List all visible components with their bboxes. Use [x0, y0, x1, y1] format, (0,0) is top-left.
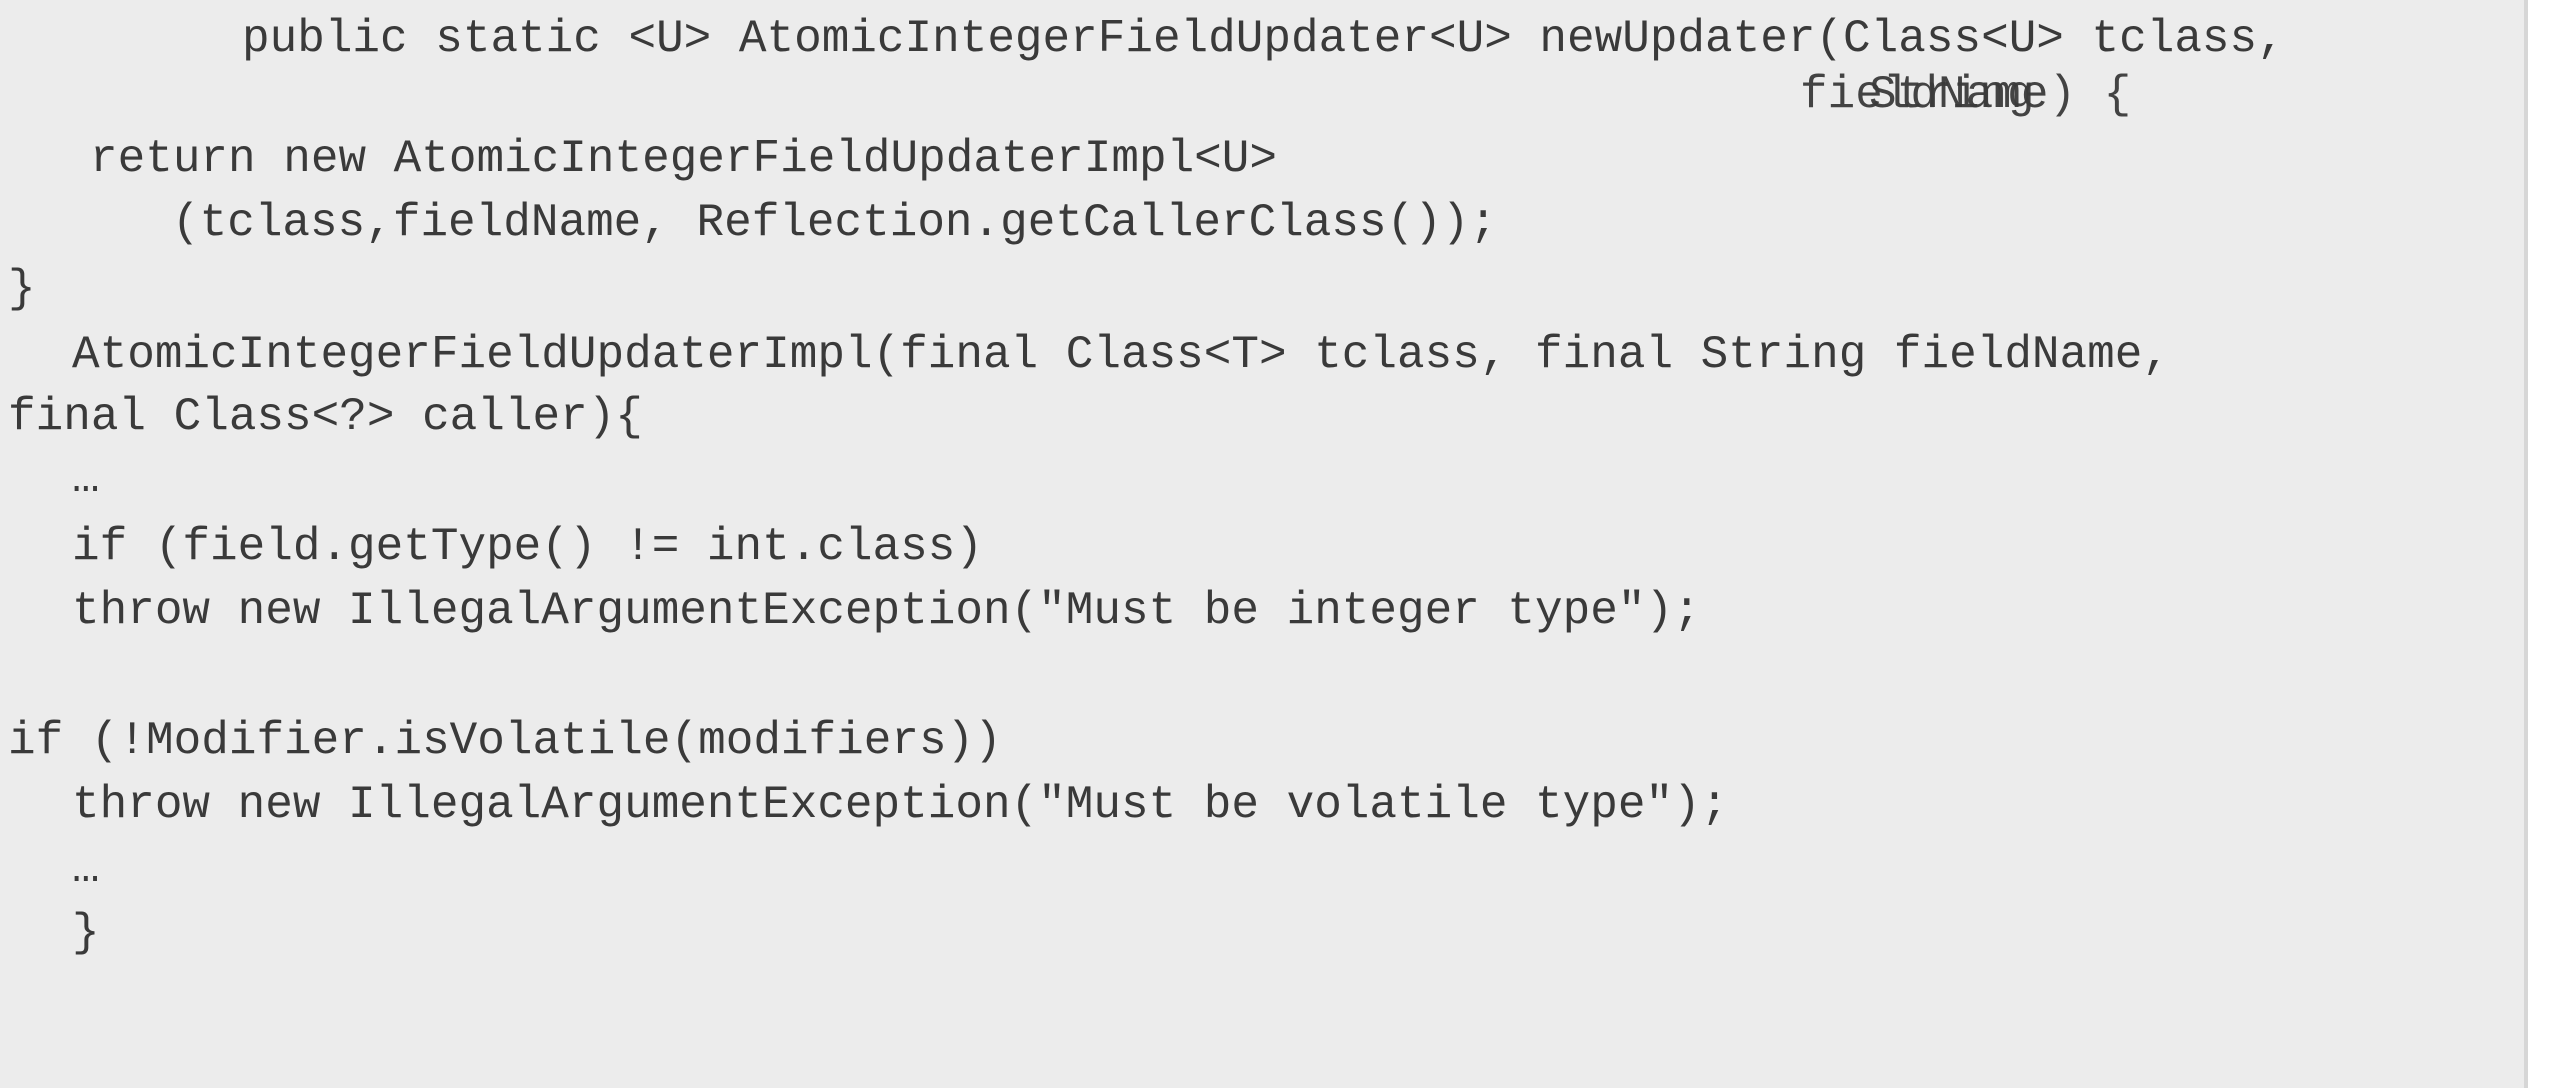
code-line-7: final Class<?> caller){ [8, 391, 643, 443]
code-line-6: AtomicIntegerFieldUpdaterImpl(final Clas… [72, 329, 2170, 381]
code-line-12: throw new IllegalArgumentException("Must… [72, 779, 1729, 831]
overlapping-string-text: String [1869, 69, 2035, 121]
code-line-10: throw new IllegalArgumentException("Must… [72, 585, 1701, 637]
code-panel: public static <U> AtomicIntegerFieldUpda… [0, 0, 2528, 1088]
code-line-9: if (field.getType() != int.class) [72, 521, 983, 573]
code-line-11: if (!Modifier.isVolatile(modifiers)) [8, 715, 1002, 767]
code-line-1: public static <U> AtomicIntegerFieldUpda… [242, 13, 2285, 65]
code-line-13: … [72, 843, 100, 895]
code-line-14: } [72, 907, 100, 959]
code-line-5: } [8, 263, 36, 315]
code-line-8: … [72, 453, 100, 505]
code-line-4: (tclass,fieldName, Reflection.getCallerC… [172, 197, 1498, 249]
code-line-3: return new AtomicIntegerFieldUpdaterImpl… [90, 133, 1277, 185]
